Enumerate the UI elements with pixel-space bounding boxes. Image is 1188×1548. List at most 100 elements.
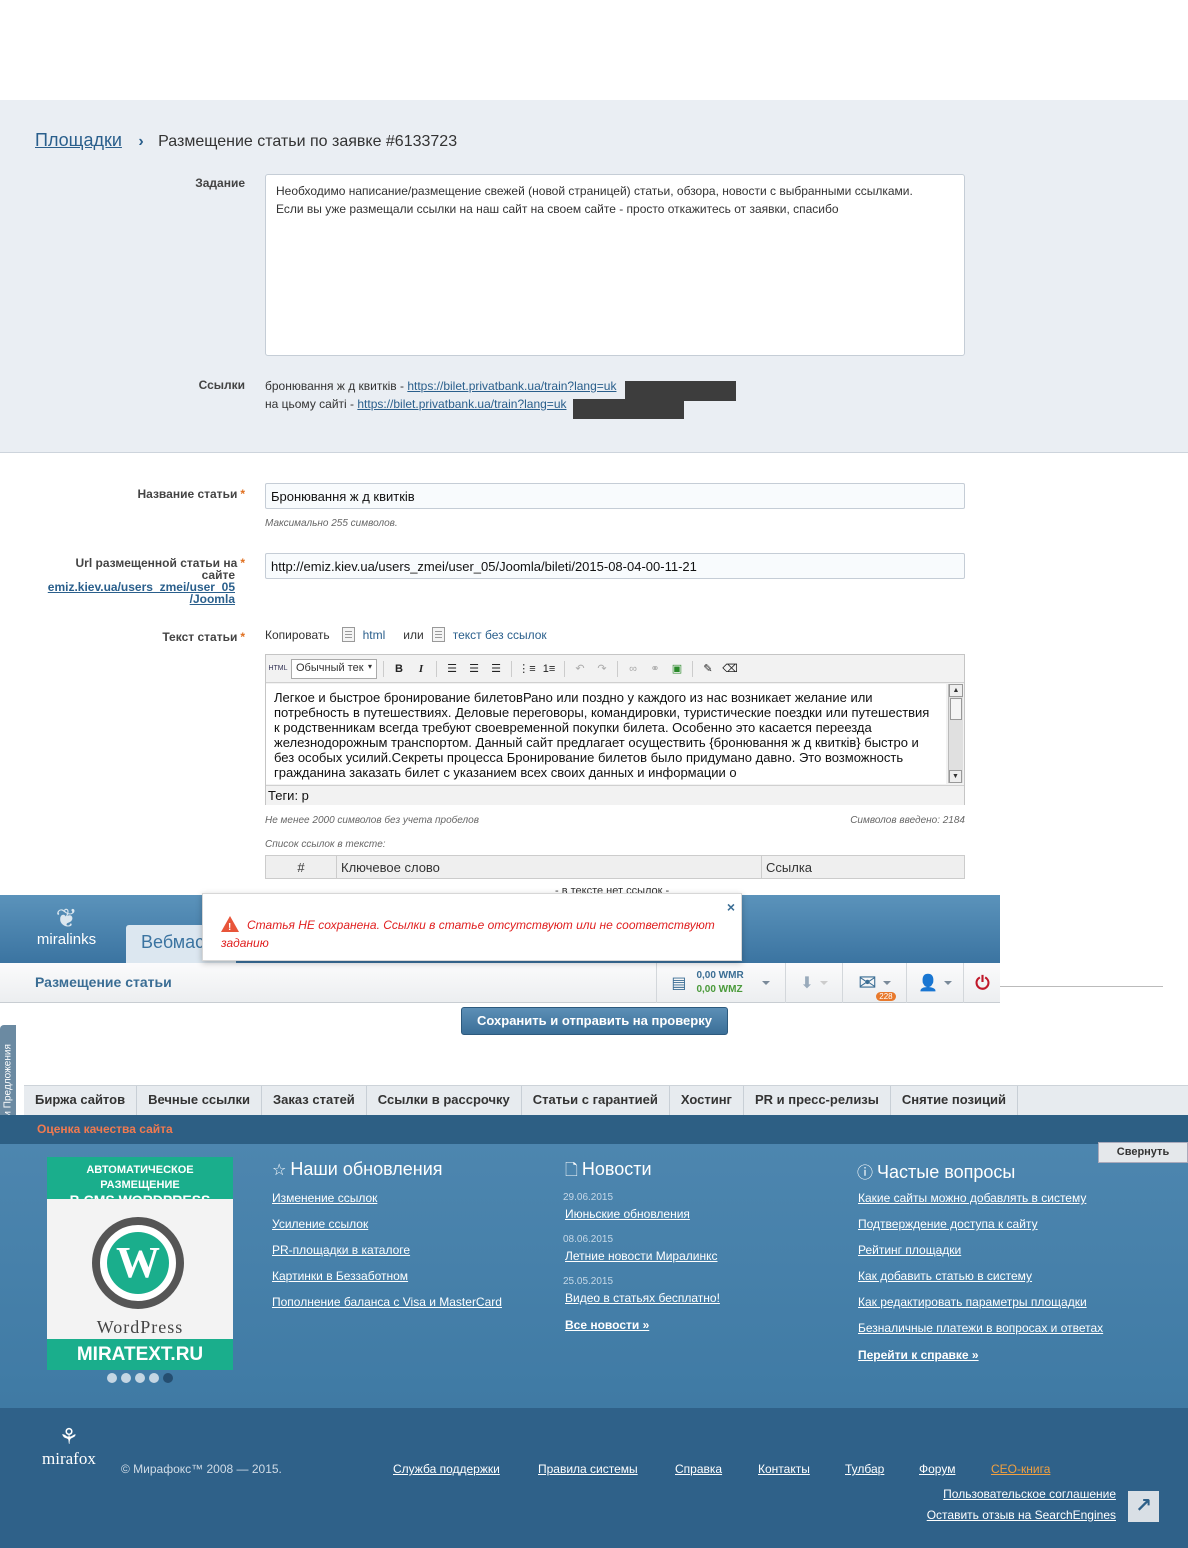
numbered-list-icon[interactable]: 1≡ xyxy=(540,660,558,678)
quality-link[interactable]: Оценка качества сайта xyxy=(37,1122,173,1136)
copy-label: Копировать xyxy=(265,627,330,642)
editor-status: Теги: p xyxy=(266,785,964,805)
news-link[interactable]: Видео в статьях бесплатно! xyxy=(565,1291,720,1305)
footer-link[interactable]: Контакты xyxy=(758,1462,810,1476)
faq-link[interactable]: Безналичные платежи в вопросах и ответах xyxy=(858,1321,1103,1335)
breadcrumb-root-link[interactable]: Площадки xyxy=(35,130,122,150)
footer-link[interactable]: Правила системы xyxy=(538,1462,638,1476)
faq-link[interactable]: Как добавить статью в систему xyxy=(858,1269,1032,1283)
link-url[interactable]: https://bilet.privatbank.ua/train?lang=u… xyxy=(407,379,616,393)
faq-link[interactable]: Как редактировать параметры площадки xyxy=(858,1295,1087,1309)
agreement-link[interactable]: Пользовательское соглашение xyxy=(880,1487,1116,1501)
wallet-icon: ▤ xyxy=(671,975,687,992)
all-news-link[interactable]: Все новости » xyxy=(565,1318,649,1332)
copyright: © Мирафокс™ 2008 — 2015. xyxy=(121,1462,282,1476)
news-date: 29.06.2015 xyxy=(563,1192,614,1203)
rich-text-editor: HTML Обычный тек ▾ B I ☰ ☰ ☰ ⋮≡ 1≡ ↶ ↷ ∞ … xyxy=(265,654,965,805)
seo-book-link[interactable]: СЕО-книга xyxy=(991,1462,1050,1476)
bullet-list-icon[interactable]: ⋮≡ xyxy=(518,660,536,678)
download-menu[interactable]: ⬇ xyxy=(785,963,842,1003)
nav-item[interactable]: Хостинг xyxy=(670,1086,744,1115)
logout-button[interactable]: ⏻ xyxy=(963,963,1001,1003)
title-hint: Максимально 255 символов. xyxy=(265,518,398,529)
clean-format-icon[interactable]: ✎ xyxy=(699,660,717,678)
faq-link[interactable]: Подтверждение доступа к сайту xyxy=(858,1217,1038,1231)
footer-link[interactable]: Служба поддержки xyxy=(393,1462,500,1476)
help-link[interactable]: Перейти к справке » xyxy=(858,1348,979,1362)
article-title-input[interactable]: Бронювання ж д квитків xyxy=(265,483,965,509)
italic-icon[interactable]: I xyxy=(412,660,430,678)
services-nav: Биржа сайтов Вечные ссылки Заказ статей … xyxy=(24,1085,1188,1115)
miralinks-logo[interactable]: ❦ miralinks xyxy=(34,905,99,948)
faq-link[interactable]: Рейтинг площадки xyxy=(858,1243,961,1257)
copy-document-icon xyxy=(341,627,355,642)
nav-item[interactable]: Снятие позиций xyxy=(891,1086,1018,1115)
update-link[interactable]: PR-площадки в каталоге xyxy=(272,1243,410,1257)
article-title-label: Название статьи * xyxy=(137,487,245,501)
footer-link[interactable]: Тулбар xyxy=(845,1462,884,1476)
or-label: или xyxy=(403,627,424,642)
question-icon: ⓘ xyxy=(857,1165,874,1182)
site-link[interactable]: /Joomla xyxy=(35,593,245,605)
copy-document-icon xyxy=(431,627,445,642)
nav-item[interactable]: Ссылки в рассрочку xyxy=(367,1086,522,1115)
news-link[interactable]: Летние новости Миралинкс xyxy=(565,1249,718,1263)
editor-scrollbar[interactable]: ▲ ▼ xyxy=(948,684,963,783)
footer-link[interactable]: Форум xyxy=(919,1462,955,1476)
fox-icon: ⚘ xyxy=(59,1424,79,1449)
article-url-input[interactable]: http://emiz.kiev.ua/users_zmei/user_05/J… xyxy=(265,553,965,579)
format-select[interactable]: Обычный тек ▾ xyxy=(291,658,377,679)
align-left-icon[interactable]: ☰ xyxy=(443,660,461,678)
copy-html-link[interactable]: html xyxy=(363,628,386,642)
nav-item[interactable]: Вечные ссылки xyxy=(137,1086,263,1115)
footer-link[interactable]: Справка xyxy=(675,1462,722,1476)
html-source-icon[interactable]: HTML xyxy=(268,660,287,678)
external-arrow-icon[interactable]: ↗ xyxy=(1128,1491,1159,1522)
redaction-block xyxy=(573,399,684,419)
messages-menu[interactable]: ✉ 228 xyxy=(842,963,906,1003)
update-link[interactable]: Картинки в Беззаботном xyxy=(272,1269,408,1283)
alert-text: Статья НЕ сохранена. Ссылки в статье отс… xyxy=(221,918,715,950)
collapse-button[interactable]: Свернуть xyxy=(1098,1142,1188,1163)
links-table: # Ключевое слово Ссылка xyxy=(265,855,965,879)
news-link[interactable]: Июньские обновления xyxy=(565,1207,690,1221)
news-heading: 🗋 Новости xyxy=(565,1159,652,1179)
faq-link[interactable]: Какие сайты можно добавлять в систему xyxy=(858,1191,1086,1205)
update-link[interactable]: Усиление ссылок xyxy=(272,1217,368,1231)
unlink-icon[interactable]: ⚭ xyxy=(646,660,664,678)
align-center-icon[interactable]: ☰ xyxy=(465,660,483,678)
link-item: на цьому сайті - https://bilet.privatban… xyxy=(265,395,616,413)
nav-item[interactable]: PR и пресс-релизы xyxy=(744,1086,891,1115)
section-bar: Размещение статьи ▤ 0,00 WMR 0,00 WMZ ⬇ ✉… xyxy=(0,963,1000,1003)
nav-item[interactable]: Биржа сайтов xyxy=(24,1086,138,1115)
image-icon[interactable]: ▣ xyxy=(668,660,686,678)
divider xyxy=(1000,986,1163,987)
redo-icon[interactable]: ↷ xyxy=(593,660,611,678)
mirafox-logo[interactable]: ⚘ mirafox xyxy=(42,1425,96,1469)
update-link[interactable]: Пополнение баланса с Visa и MasterCard xyxy=(272,1295,502,1309)
nav-item[interactable]: Заказ статей xyxy=(262,1086,367,1115)
undo-icon[interactable]: ↶ xyxy=(571,660,589,678)
task-line: Если вы уже размещали ссылки на наш сайт… xyxy=(276,202,839,216)
bold-icon[interactable]: B xyxy=(390,660,408,678)
editor-body[interactable]: Легкое и быстрое бронирование билетовРан… xyxy=(266,684,946,784)
balance-widget[interactable]: ▤ 0,00 WMR 0,00 WMZ xyxy=(656,963,784,1003)
nav-item[interactable]: Статьи с гарантией xyxy=(522,1086,670,1115)
review-link[interactable]: Оставить отзыв на SearchEngines xyxy=(880,1508,1116,1522)
link-icon[interactable]: ∞ xyxy=(624,660,642,678)
handshake-icon: ❦ xyxy=(55,903,78,933)
copy-plain-link[interactable]: текст без ссылок xyxy=(453,628,547,642)
eraser-icon[interactable]: ⌫ xyxy=(721,660,739,678)
banner-pager[interactable] xyxy=(107,1373,173,1383)
link-url[interactable]: https://bilet.privatbank.ua/train?lang=u… xyxy=(357,397,566,411)
user-menu[interactable]: 👤 xyxy=(906,963,963,1003)
page: Площадки › Размещение статьи по заявке #… xyxy=(0,0,1188,1548)
close-icon[interactable]: × xyxy=(727,898,735,916)
error-alert: Статья НЕ сохранена. Ссылки в статье отс… xyxy=(202,893,742,961)
scroll-down-icon: ▼ xyxy=(949,770,962,783)
breadcrumb-current: Размещение статьи по заявке #6133723 xyxy=(158,133,458,150)
update-link[interactable]: Изменение ссылок xyxy=(272,1191,377,1205)
align-right-icon[interactable]: ☰ xyxy=(487,660,505,678)
save-submit-button[interactable]: Сохранить и отправить на проверку xyxy=(461,1007,728,1035)
wordpress-banner[interactable]: АВТОМАТИЧЕСКОЕ РАЗМЕЩЕНИЕВ CMS WORDPRESS… xyxy=(47,1157,233,1370)
